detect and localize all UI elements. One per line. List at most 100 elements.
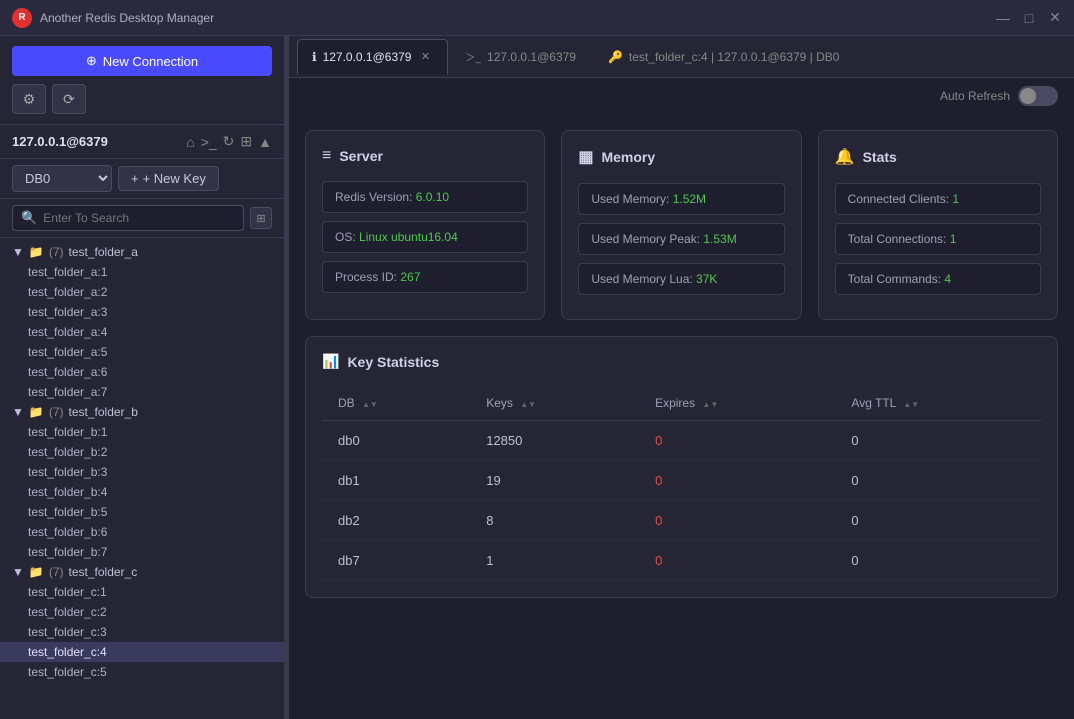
list-item[interactable]: test_folder_c:5 — [0, 662, 284, 682]
key-statistics-title: 📊 Key Statistics — [322, 353, 1041, 370]
grid-icon[interactable]: ⊞ — [240, 133, 252, 150]
cell-keys: 19 — [470, 461, 639, 501]
list-item[interactable]: test_folder_a:7 — [0, 382, 284, 402]
list-item[interactable]: test_folder_a:3 — [0, 302, 284, 322]
list-item[interactable]: test_folder_a:4 — [0, 322, 284, 342]
list-item[interactable]: test_folder_b:6 — [0, 522, 284, 542]
folder-c-label: test_folder_c — [69, 565, 138, 579]
sort-arrows-db: ▲▼ — [362, 401, 378, 409]
col-avg-ttl[interactable]: Avg TTL ▲▼ — [835, 386, 1041, 421]
plus-icon: ⊕ — [86, 53, 97, 69]
cell-db: db7 — [322, 541, 470, 581]
search-row: 🔍 ⊞ — [0, 199, 284, 238]
db-select[interactable]: DB0 DB1 DB2 — [12, 165, 112, 192]
connection-actions: ⌂ >_ ↻ ⊞ ▲ — [186, 133, 272, 150]
list-item[interactable]: test_folder_b:5 — [0, 502, 284, 522]
main-content: ℹ 127.0.0.1@6379 ✕ ＞_ 127.0.0.1@6379 🔑 t… — [289, 36, 1074, 719]
bar-chart-icon: 📊 — [322, 353, 339, 370]
search-input[interactable] — [43, 211, 235, 225]
folder-a-icon: 📁 — [29, 245, 44, 259]
content-area: ≡ Server Redis Version: 6.0.10 OS: Linux… — [289, 114, 1074, 719]
search-grid-button[interactable]: ⊞ — [250, 207, 272, 229]
chevron-down-icon: ▼ — [12, 405, 24, 419]
sidebar: ⊕ New Connection ⚙ ⟳ 127.0.0.1@6379 ⌂ >_… — [0, 36, 285, 719]
cell-keys: 1 — [470, 541, 639, 581]
cell-avg-ttl: 0 — [835, 541, 1041, 581]
list-item[interactable]: test_folder_b:3 — [0, 462, 284, 482]
toggle-knob — [1020, 88, 1036, 104]
col-keys[interactable]: Keys ▲▼ — [470, 386, 639, 421]
list-item[interactable]: test_folder_b:4 — [0, 482, 284, 502]
tab-server-info[interactable]: ℹ 127.0.0.1@6379 ✕ — [297, 39, 448, 75]
app-title: Another Redis Desktop Manager — [40, 11, 996, 25]
sort-arrows-avg-ttl: ▲▼ — [903, 401, 919, 409]
stats-icon: 🔔 — [835, 147, 855, 167]
list-item[interactable]: test_folder_b:7 — [0, 542, 284, 562]
server-icon: ≡ — [322, 147, 331, 165]
info-icon: ℹ — [312, 50, 317, 64]
table-row: db7 1 0 0 — [322, 541, 1041, 581]
new-connection-button[interactable]: ⊕ New Connection — [12, 46, 272, 76]
col-expires[interactable]: Expires ▲▼ — [639, 386, 835, 421]
minimize-button[interactable]: — — [996, 11, 1010, 25]
table-row: db2 8 0 0 — [322, 501, 1041, 541]
maximize-button[interactable]: □ — [1022, 11, 1036, 25]
terminal-icon[interactable]: >_ — [201, 134, 217, 150]
server-card-title: ≡ Server — [322, 147, 528, 165]
stats-card: 🔔 Stats Connected Clients: 1 Total Conne… — [818, 130, 1058, 320]
tab-close-button[interactable]: ✕ — [417, 49, 433, 65]
chevron-down-icon: ▼ — [12, 565, 24, 579]
tab-terminal[interactable]: ＞_ 127.0.0.1@6379 — [450, 39, 590, 75]
collapse-icon[interactable]: ▲ — [258, 134, 272, 150]
key-icon: 🔑 — [608, 50, 623, 64]
memory-card-title: ▦ Memory — [578, 147, 784, 167]
used-memory-peak-stat: Used Memory Peak: 1.53M — [578, 223, 784, 255]
list-item[interactable]: test_folder_a:6 — [0, 362, 284, 382]
total-commands-stat: Total Commands: 4 — [835, 263, 1041, 295]
window-controls: — □ ✕ — [996, 11, 1062, 25]
settings-button[interactable]: ⚙ — [12, 84, 46, 114]
folder-a-row[interactable]: ▼ 📁 (7) test_folder_a — [0, 242, 284, 262]
table-header-row: DB ▲▼ Keys ▲▼ Expires ▲▼ Avg TTL ▲▼ — [322, 386, 1041, 421]
redis-version-stat: Redis Version: 6.0.10 — [322, 181, 528, 213]
folder-b-row[interactable]: ▼ 📁 (7) test_folder_b — [0, 402, 284, 422]
used-memory-stat: Used Memory: 1.52M — [578, 183, 784, 215]
folder-a-label: test_folder_a — [69, 245, 138, 259]
list-item[interactable]: test_folder_b:2 — [0, 442, 284, 462]
cell-db: db2 — [322, 501, 470, 541]
cell-expires: 0 — [639, 461, 835, 501]
connection-info: 127.0.0.1@6379 ⌂ >_ ↻ ⊞ ▲ — [0, 125, 284, 159]
process-id-stat: Process ID: 267 — [322, 261, 528, 293]
tab-key-view[interactable]: 🔑 test_folder_c:4 | 127.0.0.1@6379 | DB0 — [593, 39, 855, 75]
new-key-button[interactable]: + + New Key — [118, 166, 219, 191]
toolbar-row: Auto Refresh — [289, 78, 1074, 114]
sidebar-header: ⊕ New Connection ⚙ ⟳ — [0, 36, 284, 125]
col-db[interactable]: DB ▲▼ — [322, 386, 470, 421]
list-item[interactable]: test_folder_b:1 — [0, 422, 284, 442]
list-item[interactable]: test_folder_c:4 — [0, 642, 284, 662]
connected-clients-stat: Connected Clients: 1 — [835, 183, 1041, 215]
home-icon[interactable]: ⌂ — [186, 134, 194, 150]
folder-c-row[interactable]: ▼ 📁 (7) test_folder_c — [0, 562, 284, 582]
tabs-bar: ℹ 127.0.0.1@6379 ✕ ＞_ 127.0.0.1@6379 🔑 t… — [289, 36, 1074, 78]
list-item[interactable]: test_folder_a:5 — [0, 342, 284, 362]
cell-avg-ttl: 0 — [835, 501, 1041, 541]
app-logo: R — [12, 8, 32, 28]
cell-expires: 0 — [639, 541, 835, 581]
list-item[interactable]: test_folder_c:2 — [0, 602, 284, 622]
list-item[interactable]: test_folder_a:2 — [0, 282, 284, 302]
folder-b-icon: 📁 — [29, 405, 44, 419]
folder-a-count: (7) — [49, 245, 64, 259]
stats-cards: ≡ Server Redis Version: 6.0.10 OS: Linux… — [305, 130, 1058, 320]
auto-refresh-toggle[interactable] — [1018, 86, 1058, 106]
list-item[interactable]: test_folder_c:1 — [0, 582, 284, 602]
server-card: ≡ Server Redis Version: 6.0.10 OS: Linux… — [305, 130, 545, 320]
titlebar: R Another Redis Desktop Manager — □ ✕ — [0, 0, 1074, 36]
refresh-button[interactable]: ⟳ — [52, 84, 86, 114]
close-button[interactable]: ✕ — [1048, 11, 1062, 25]
reload-icon[interactable]: ↻ — [223, 133, 235, 150]
list-item[interactable]: test_folder_a:1 — [0, 262, 284, 282]
list-item[interactable]: test_folder_c:3 — [0, 622, 284, 642]
db-row: DB0 DB1 DB2 + + New Key — [0, 159, 284, 199]
sort-arrows-keys: ▲▼ — [520, 401, 536, 409]
